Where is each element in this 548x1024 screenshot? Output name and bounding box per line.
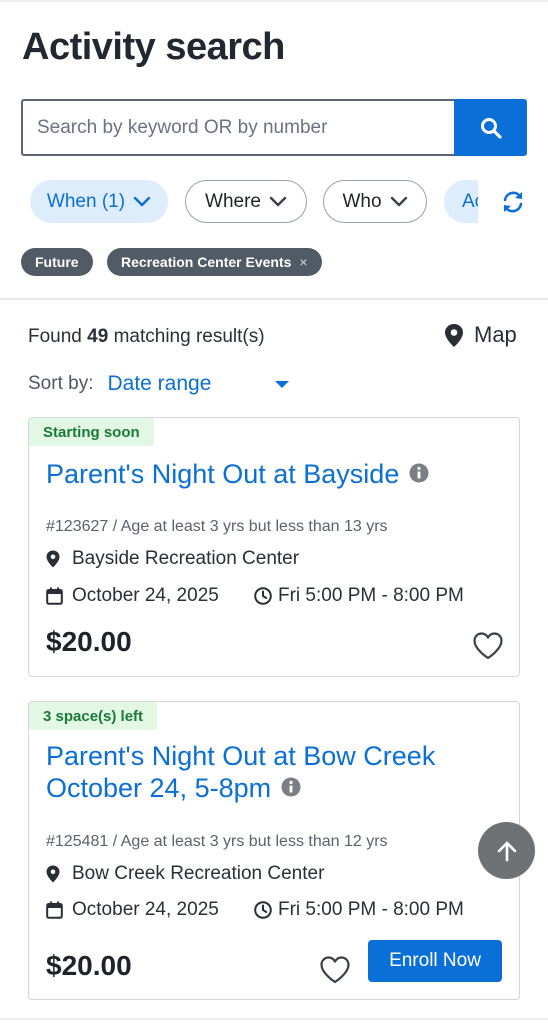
time-text: Fri 5:00 PM - 8:00 PM	[278, 585, 464, 606]
map-pin-icon	[46, 865, 60, 883]
activity-title[interactable]: Parent's Night Out at Bow Creek October …	[46, 740, 435, 804]
time-text: Fri 5:00 PM - 8:00 PM	[278, 899, 464, 920]
sort-select[interactable]: Date range	[107, 372, 275, 396]
filter-where[interactable]: Where	[185, 180, 307, 223]
map-button[interactable]: Map	[444, 322, 517, 348]
sort-control: Sort by: Date range	[28, 372, 290, 396]
bottom-border	[0, 1018, 548, 1020]
activity-date: October 24, 2025	[46, 585, 219, 607]
filter-who[interactable]: Who	[323, 180, 427, 223]
activity-price: $20.00	[46, 950, 132, 981]
activity-meta: #125481 / Age at least 3 yrs but less th…	[46, 833, 388, 850]
result-count-prefix: Found	[28, 326, 82, 347]
heart-icon	[320, 956, 350, 984]
clock-icon	[254, 587, 272, 605]
sort-label: Sort by:	[28, 373, 94, 394]
activity-time: Fri 5:00 PM - 8:00 PM	[254, 585, 464, 607]
chevron-down-icon	[269, 196, 287, 206]
close-icon[interactable]: ×	[299, 254, 307, 270]
heart-icon	[473, 632, 503, 660]
scroll-to-top-button[interactable]	[478, 822, 535, 879]
activity-location: Bayside Recreation Center	[46, 548, 299, 570]
filter-when[interactable]: When (1)	[30, 180, 168, 223]
search-button[interactable]	[454, 99, 527, 156]
activity-date: October 24, 2025	[46, 899, 219, 921]
activity-meta: #123627 / Age at least 3 yrs but less th…	[46, 518, 388, 535]
top-border	[0, 0, 548, 2]
map-pin-icon	[46, 550, 60, 568]
activity-title-text[interactable]: Parent's Night Out at Bayside	[46, 459, 399, 489]
filter-who-label: Who	[342, 190, 382, 212]
caret-down-icon[interactable]	[275, 380, 290, 388]
result-count-suffix: matching result(s)	[113, 326, 265, 347]
tag-recreation-center-events-label: Recreation Center Events	[121, 254, 292, 270]
activity-time: Fri 5:00 PM - 8:00 PM	[254, 899, 464, 921]
date-text: October 24, 2025	[72, 585, 219, 606]
tag-recreation-center-events[interactable]: Recreation Center Events ×	[107, 248, 322, 276]
activity-card: 3 space(s) left Parent's Night Out at Bo…	[28, 701, 520, 1000]
enroll-button[interactable]: Enroll Now	[368, 940, 502, 982]
status-badge: Starting soon	[29, 418, 154, 446]
refresh-icon	[503, 191, 523, 213]
filter-additional-label: Ac	[462, 190, 478, 212]
page-title: Activity search	[22, 26, 285, 68]
filter-bar: When (1) Where Who Ac	[30, 180, 478, 224]
tag-future-label: Future	[35, 254, 79, 270]
favorite-button[interactable]	[472, 631, 504, 661]
section-divider	[0, 298, 548, 300]
calendar-icon	[46, 901, 63, 919]
filter-additional[interactable]: Ac	[444, 180, 478, 223]
activity-card: Starting soon Parent's Night Out at Bays…	[28, 417, 520, 677]
calendar-icon	[46, 587, 63, 605]
result-count-number: 49	[87, 326, 109, 347]
arrow-up-icon	[497, 841, 516, 861]
activity-title[interactable]: Parent's Night Out at Bayside	[46, 458, 429, 490]
clock-icon	[254, 901, 272, 919]
chevron-down-icon	[390, 196, 407, 206]
date-text: October 24, 2025	[72, 899, 219, 920]
refresh-button[interactable]	[496, 185, 530, 219]
search-icon	[480, 117, 502, 139]
activity-location: Bow Creek Recreation Center	[46, 863, 324, 885]
search-input[interactable]	[21, 99, 454, 156]
result-count: Found 49 matching result(s)	[28, 326, 265, 348]
status-badge: 3 space(s) left	[29, 702, 158, 730]
activity-title-line[interactable]: Parent's Night Out at Bow Creek	[46, 740, 435, 772]
activity-title-line[interactable]: October 24, 5-8pm	[46, 773, 271, 803]
location-text: Bow Creek Recreation Center	[72, 863, 325, 884]
map-pin-icon	[445, 323, 463, 347]
info-icon[interactable]	[281, 777, 301, 797]
favorite-button[interactable]	[319, 955, 351, 985]
filter-when-label: When (1)	[46, 190, 126, 212]
filter-where-label: Where	[205, 190, 261, 212]
info-icon[interactable]	[409, 463, 429, 483]
search-bar	[21, 99, 527, 156]
location-text: Bayside Recreation Center	[72, 548, 300, 569]
activity-price: $20.00	[46, 626, 132, 657]
tag-future: Future	[21, 248, 93, 276]
map-label: Map	[474, 322, 517, 347]
chevron-down-icon	[133, 196, 151, 206]
